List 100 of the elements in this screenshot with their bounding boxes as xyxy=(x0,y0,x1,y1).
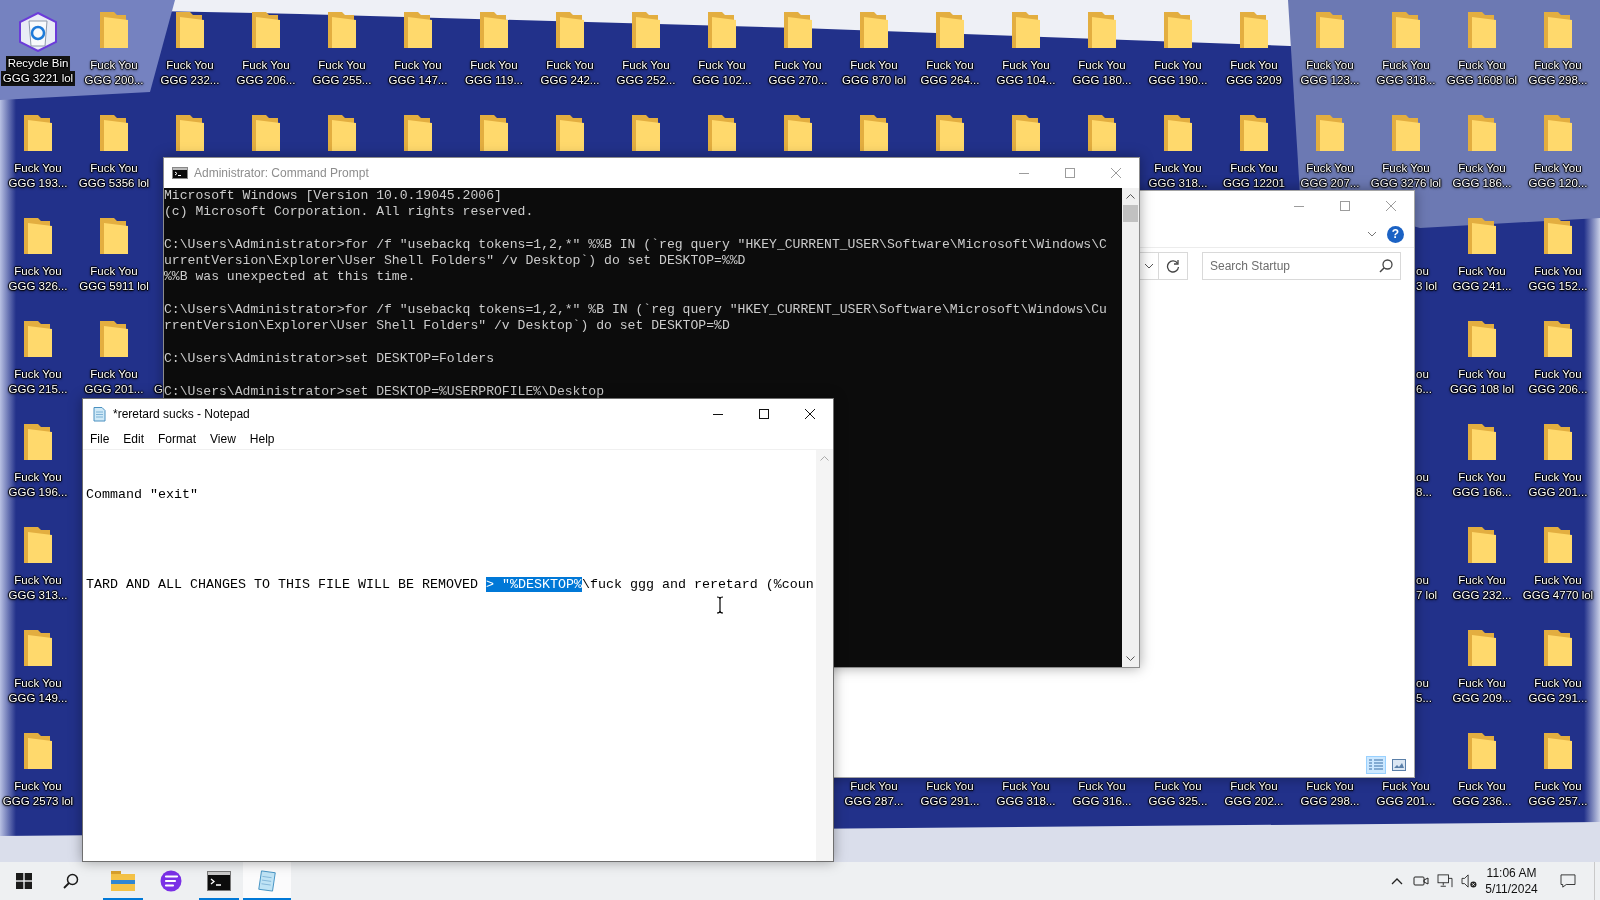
menu-item[interactable]: Format xyxy=(151,429,204,449)
desktop-item[interactable]: Fuck You GGG 201... xyxy=(1369,779,1443,809)
desktop-item[interactable]: Fuck You GGG 291... xyxy=(913,779,987,809)
refresh-button[interactable] xyxy=(1159,252,1188,280)
desktop-item[interactable]: Fuck You GGG 241... xyxy=(1445,218,1519,294)
desktop-item[interactable]: Fuck You GGG 5356 lol xyxy=(77,115,151,191)
desktop-item[interactable]: Fuck You GGG 252... xyxy=(609,12,683,88)
desktop-item[interactable]: Fuck You GGG 206... xyxy=(1521,321,1595,397)
folder-icon[interactable] xyxy=(175,115,205,151)
desktop-item[interactable]: Fuck You GGG 298... xyxy=(1293,779,1367,809)
desktop-item[interactable]: Fuck You GGG 12201 xyxy=(1217,115,1291,191)
scrollbar-thumb[interactable] xyxy=(1123,205,1138,222)
desktop-item[interactable]: Fuck You GGG 102... xyxy=(685,12,759,88)
desktop-item[interactable]: Fuck You GGG 202... xyxy=(1217,779,1291,809)
desktop-item[interactable]: ou 7 lol xyxy=(1416,573,1438,603)
chevron-down-icon[interactable] xyxy=(1126,656,1135,661)
desktop-item[interactable]: Fuck You GGG 3209 xyxy=(1217,12,1291,88)
desktop-item[interactable]: Fuck You GGG 257... xyxy=(1521,733,1595,809)
desktop-item[interactable]: Fuck You GGG 201... xyxy=(77,321,151,397)
desktop-item[interactable]: Fuck You GGG 200... xyxy=(77,12,151,88)
desktop-item[interactable]: Fuck You GGG 255... xyxy=(305,12,379,88)
desktop-item[interactable]: Fuck You GGG 209... xyxy=(1445,630,1519,706)
help-button[interactable]: ? xyxy=(1387,225,1404,243)
desktop-item[interactable]: Fuck You GGG 207... xyxy=(1293,115,1367,191)
desktop-item[interactable]: Fuck You GGG 4770 lol xyxy=(1521,527,1595,603)
clock-button[interactable]: 11:06 AM 5/11/2024 xyxy=(1481,862,1542,900)
desktop-item[interactable]: Fuck You GGG 152... xyxy=(1521,218,1595,294)
folder-icon xyxy=(1543,321,1573,357)
desktop-item[interactable]: Fuck You GGG 291... xyxy=(1521,630,1595,706)
desktop-item[interactable]: ou 6... xyxy=(1416,367,1432,397)
folder-icon[interactable] xyxy=(555,115,585,151)
folder-icon[interactable] xyxy=(1011,115,1041,151)
menu-item[interactable]: Edit xyxy=(116,429,152,449)
folder-icon[interactable] xyxy=(1087,115,1117,151)
folder-icon[interactable] xyxy=(479,115,509,151)
desktop-item[interactable]: Fuck You GGG 3276 lol xyxy=(1369,115,1443,191)
desktop-item[interactable]: Fuck You GGG 242... xyxy=(533,12,607,88)
chevron-down-icon[interactable] xyxy=(1367,231,1377,237)
desktop-item[interactable]: Fuck You GGG 147... xyxy=(381,12,455,88)
folder-icon xyxy=(859,12,889,48)
desktop-item[interactable]: Fuck You GGG 870 lol xyxy=(837,12,911,88)
desktop-item[interactable]: Fuck You GGG 232... xyxy=(153,12,227,88)
desktop-item[interactable]: Fuck You GGG 5911 lol xyxy=(77,218,151,294)
desktop-item[interactable]: Recycle Bin GGG 3221 lol xyxy=(0,12,76,86)
desktop-item[interactable]: Fuck You GGG 270... xyxy=(761,12,835,88)
desktop-item[interactable]: Fuck You GGG 149... xyxy=(1,630,75,706)
desktop-item[interactable]: Fuck You GGG 316... xyxy=(1065,779,1139,809)
desktop-item[interactable]: Fuck You GGG 206... xyxy=(229,12,303,88)
folder-icon[interactable] xyxy=(859,115,889,151)
desktop-item[interactable]: Fuck You GGG 1608 lol xyxy=(1445,12,1519,88)
desktop-item[interactable]: Fuck You GGG 318... xyxy=(989,779,1063,809)
desktop-item[interactable]: Fuck You GGG 215... xyxy=(1,321,75,397)
folder-icon[interactable] xyxy=(403,115,433,151)
desktop-item[interactable]: Fuck You GGG 326... xyxy=(1,218,75,294)
desktop-item[interactable]: Fuck You GGG 193... xyxy=(1,115,75,191)
desktop-item[interactable]: Fuck You GGG 313... xyxy=(1,527,75,603)
maximize-icon xyxy=(1340,201,1350,211)
desktop-item[interactable]: Fuck You GGG 166... xyxy=(1445,424,1519,500)
desktop-item[interactable]: Fuck You GGG 119... xyxy=(457,12,531,88)
folder-icon[interactable] xyxy=(707,115,737,151)
desktop-item[interactable]: Fuck You GGG 318... xyxy=(1141,115,1215,191)
desktop-item[interactable]: ou 5... xyxy=(1416,676,1432,706)
search-field[interactable]: Search Startup xyxy=(1202,252,1401,280)
desktop-item[interactable]: Fuck You GGG 120... xyxy=(1521,115,1595,191)
desktop-item[interactable]: Fuck You GGG 325... xyxy=(1141,779,1215,809)
desktop-item[interactable]: Fuck You GGG 232... xyxy=(1445,527,1519,603)
menu-item[interactable]: Help xyxy=(242,429,282,449)
desktop-item[interactable]: Fuck You GGG 186... xyxy=(1445,115,1519,191)
desktop-item[interactable]: Fuck You GGG 123... xyxy=(1293,12,1367,88)
desktop-item[interactable]: Fuck You GGG 236... xyxy=(1445,733,1519,809)
desktop-item[interactable]: Fuck You GGG 104... xyxy=(989,12,1063,88)
desktop-item[interactable]: Fuck You GGG 318... xyxy=(1369,12,1443,88)
folder-icon[interactable] xyxy=(631,115,661,151)
desktop-item[interactable]: ou 8... xyxy=(1416,470,1432,500)
folder-icon[interactable] xyxy=(783,115,813,151)
list-lines-icon xyxy=(1369,759,1383,771)
scrollbar[interactable] xyxy=(1122,188,1139,667)
folder-icon[interactable] xyxy=(251,115,281,151)
desktop-item[interactable]: Fuck You GGG 201... xyxy=(1521,424,1595,500)
desktop-item[interactable]: Fuck You GGG 298... xyxy=(1521,12,1595,88)
folder-icon[interactable] xyxy=(935,115,965,151)
folder-icon xyxy=(1011,12,1041,48)
folder-icon[interactable] xyxy=(327,115,357,151)
desktop-item[interactable]: Fuck You GGG 108 lol xyxy=(1445,321,1519,397)
chevron-down-icon xyxy=(1144,263,1154,269)
desktop-item[interactable]: Fuck You GGG 180... xyxy=(1065,12,1139,88)
desktop-item[interactable]: Fuck You GGG 2573 lol xyxy=(1,733,75,809)
desktop-item[interactable]: Fuck You GGG 190... xyxy=(1141,12,1215,88)
desktop-item[interactable]: G xyxy=(154,382,163,397)
folder-icon xyxy=(1467,630,1497,666)
desktop-item[interactable]: Fuck You GGG 196... xyxy=(1,424,75,500)
menu-item[interactable]: File xyxy=(83,429,117,449)
scrollbar[interactable] xyxy=(816,450,833,861)
desktop-item[interactable]: Fuck You GGG 287... xyxy=(837,779,911,809)
desktop-item[interactable]: ou 3 lol xyxy=(1416,264,1438,294)
desktop-item[interactable]: Fuck You GGG 264... xyxy=(913,12,987,88)
speech-bubble-icon xyxy=(1560,874,1576,888)
menu-item[interactable]: View xyxy=(203,429,243,449)
chevron-up-icon[interactable] xyxy=(1126,194,1135,199)
large-icons-view-button[interactable] xyxy=(1389,756,1409,774)
